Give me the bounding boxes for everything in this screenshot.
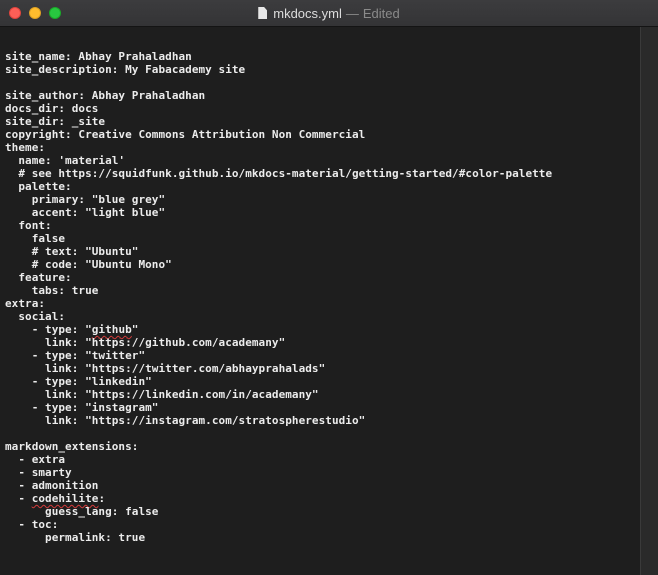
- code-line: tabs: true: [5, 284, 99, 297]
- code-line: - type: "twitter": [5, 349, 146, 362]
- code-line: social:: [5, 310, 66, 323]
- code-line: copyright: Creative Commons Attribution …: [5, 128, 366, 141]
- code-line: accent: "light blue": [5, 206, 166, 219]
- edited-status: Edited: [362, 6, 400, 21]
- file-content[interactable]: site_name: Abhay Prahaladhan site_descrip…: [0, 27, 640, 544]
- code-line: theme:: [5, 141, 46, 154]
- code-line: - admonition: [5, 479, 99, 492]
- code-line: link: "https://twitter.com/abhayprahalad…: [5, 362, 326, 375]
- document-icon: [258, 7, 268, 19]
- code-line: palette:: [5, 180, 72, 193]
- code-line: # code: "Ubuntu Mono": [5, 258, 172, 271]
- code-line: site_name: Abhay Prahaladhan: [5, 50, 192, 63]
- vertical-scrollbar[interactable]: [640, 27, 658, 575]
- code-line: feature:: [5, 271, 72, 284]
- code-line: site_description: My Fabacademy site: [5, 63, 246, 76]
- code-line: permalink: true: [5, 531, 146, 544]
- code-line: - type: "github": [5, 323, 139, 336]
- code-line: guess_lang: false: [5, 505, 159, 518]
- code-line: # text: "Ubuntu": [5, 245, 139, 258]
- code-line: - type: "linkedin": [5, 375, 152, 388]
- code-line: - extra: [5, 453, 66, 466]
- code-line: font:: [5, 219, 52, 232]
- code-line: site_dir: _site: [5, 115, 106, 128]
- text-editor-window: mkdocs.yml — Edited site_name: Abhay Praha…: [0, 0, 658, 575]
- code-line: markdown_extensions:: [5, 440, 139, 453]
- code-line: # see https://squidfunk.github.io/mkdocs…: [5, 167, 553, 180]
- code-line: - type: "instagram": [5, 401, 159, 414]
- code-line: site_author: Abhay Prahaladhan: [5, 89, 206, 102]
- code-line: - toc:: [5, 518, 59, 531]
- code-line: - smarty: [5, 466, 72, 479]
- code-line: - codehilite:: [5, 492, 106, 505]
- title-bar[interactable]: mkdocs.yml — Edited: [0, 0, 658, 27]
- window-title: mkdocs.yml — Edited: [0, 0, 658, 27]
- code-line: false: [5, 232, 66, 245]
- code-line: link: "https://github.com/academany": [5, 336, 286, 349]
- window-filename: mkdocs.yml: [273, 6, 342, 21]
- code-line: name: 'material': [5, 154, 126, 167]
- code-line: link: "https://instagram.com/stratospher…: [5, 414, 366, 427]
- code-line: link: "https://linkedin.com/in/academany…: [5, 388, 319, 401]
- text-editor-area[interactable]: site_name: Abhay Prahaladhan site_descrip…: [0, 27, 640, 575]
- misspelled-word: github: [91, 323, 132, 336]
- code-line: docs_dir: docs: [5, 102, 99, 115]
- code-line: extra:: [5, 297, 46, 310]
- code-line: primary: "blue grey": [5, 193, 166, 206]
- title-separator: —: [345, 6, 359, 21]
- misspelled-word: codehilite: [31, 492, 99, 505]
